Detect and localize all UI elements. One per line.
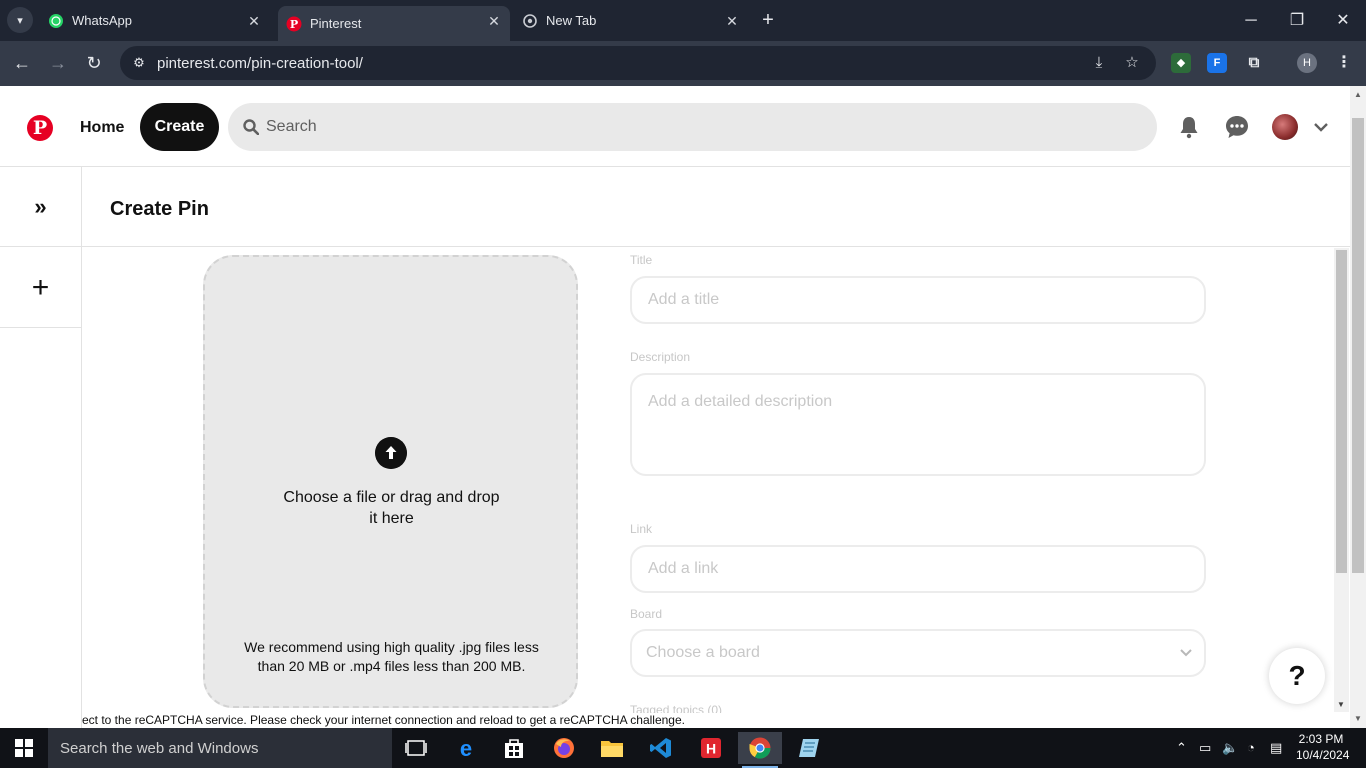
form-scrollbar-thumb[interactable] (1336, 250, 1347, 573)
browser-tab-bar: ▾ WhatsApp ✕ P Pinterest ✕ New Tab ✕ + ─… (0, 0, 1366, 41)
chrome-new-tab-icon (522, 13, 538, 29)
search-icon (243, 119, 259, 135)
board-select[interactable]: Choose a board (630, 629, 1206, 677)
volume-icon[interactable]: 🔈 (1222, 740, 1238, 756)
extension-f-icon[interactable]: F (1207, 53, 1227, 73)
browser-menu-icon[interactable]: ⋮ (1334, 53, 1354, 73)
user-avatar[interactable] (1272, 114, 1298, 140)
wifi-icon[interactable]: ◔ (1247, 740, 1255, 755)
page-scrollbar-thumb[interactable] (1352, 118, 1364, 573)
board-placeholder: Choose a board (646, 644, 760, 661)
search-placeholder: Search (266, 118, 317, 135)
address-bar[interactable]: ⚙ pinterest.com/pin-creation-tool/ ⤓ ☆ (120, 46, 1156, 80)
vscode-icon[interactable] (639, 732, 683, 764)
site-info-icon[interactable]: ⚙ (130, 54, 148, 72)
clock-time: 2:03 PM (1298, 732, 1344, 746)
store-icon[interactable] (492, 732, 536, 764)
taskbar-search-placeholder: Search the web and Windows (60, 740, 259, 757)
close-tab-icon[interactable]: ✕ (246, 13, 262, 29)
close-tab-icon[interactable]: ✕ (486, 13, 502, 29)
help-button[interactable]: ? (1269, 648, 1325, 704)
whatsapp-icon (48, 13, 64, 29)
svg-text:e: e (460, 736, 472, 760)
close-tab-icon[interactable]: ✕ (724, 13, 740, 29)
bookmark-star-icon[interactable]: ☆ (1122, 53, 1142, 73)
link-input[interactable] (630, 545, 1206, 593)
windows-taskbar: Search the web and Windows e H ⌃ ▭ 🔈 ◔ ▤… (0, 728, 1366, 768)
notifications-bell-icon[interactable] (1176, 114, 1202, 140)
nav-create-button[interactable]: Create (140, 103, 219, 151)
svg-text:H: H (706, 741, 716, 757)
tab-label: New Tab (546, 13, 597, 28)
link-label: Link (630, 522, 653, 536)
action-center-icon[interactable]: ▤ (1270, 740, 1282, 756)
browser-toolbar: ← → ↻ ⚙ pinterest.com/pin-creation-tool/… (0, 41, 1366, 86)
app-h-icon[interactable]: H (689, 732, 733, 764)
file-dropzone[interactable]: Choose a file or drag and drop it here W… (203, 255, 578, 708)
extensions-puzzle-icon[interactable]: ⧉ (1244, 53, 1264, 73)
notes-app-icon[interactable] (787, 732, 831, 764)
tab-label: WhatsApp (72, 13, 132, 28)
extension-icon[interactable]: ◆ (1171, 53, 1191, 73)
scroll-up-icon[interactable]: ▲ (1354, 90, 1362, 99)
page-scrollbar[interactable]: ▲ ▼ (1350, 86, 1366, 728)
install-app-icon[interactable]: ⤓ (1089, 53, 1109, 73)
tab-pinterest[interactable]: P Pinterest ✕ (278, 6, 510, 41)
chevron-down-icon[interactable] (1311, 119, 1331, 135)
tab-search-dropdown-icon[interactable]: ▾ (7, 7, 33, 33)
tab-label: Pinterest (310, 16, 362, 31)
task-view-icon[interactable] (394, 732, 438, 764)
clock-date: 10/4/2024 (1296, 748, 1350, 762)
title-label: Title (630, 253, 653, 267)
title-input[interactable] (630, 276, 1206, 324)
taskbar-clock[interactable]: 2:03 PM 10/4/2024 (1296, 731, 1350, 763)
search-bar[interactable]: Search (228, 103, 1157, 151)
nav-home-link[interactable]: Home (80, 119, 124, 137)
chrome-icon[interactable] (738, 732, 782, 768)
messages-icon[interactable] (1224, 114, 1250, 140)
reload-icon[interactable]: ↻ (83, 52, 105, 74)
profile-avatar[interactable]: H (1297, 53, 1317, 73)
board-label: Board (630, 607, 663, 621)
url-text[interactable]: pinterest.com/pin-creation-tool/ (157, 55, 363, 72)
add-pin-icon[interactable]: + (0, 248, 81, 328)
show-hidden-icons[interactable]: ⌃ (1176, 740, 1187, 756)
recaptcha-error-message: ect to the reCAPTCHA service. Please che… (82, 713, 1350, 728)
page-header: Create Pin (82, 167, 1350, 247)
tab-new-tab[interactable]: New Tab ✕ (514, 0, 748, 41)
windows-start-icon[interactable] (0, 728, 48, 768)
new-tab-button[interactable]: + (757, 9, 779, 31)
minimize-icon[interactable]: ─ (1240, 10, 1262, 32)
taskbar-search-box[interactable]: Search the web and Windows (48, 728, 392, 768)
page-title: Create Pin (110, 198, 209, 220)
upload-arrow-icon (375, 437, 407, 469)
back-icon[interactable]: ← (11, 52, 33, 74)
dropzone-recommendation: We recommend using high quality .jpg fil… (244, 639, 539, 674)
dropzone-instructions: Choose a file or drag and drop it here (283, 489, 500, 527)
restore-icon[interactable]: ❐ (1286, 10, 1308, 32)
scroll-down-icon[interactable]: ▼ (1337, 700, 1345, 709)
close-window-icon[interactable]: ✕ (1332, 10, 1354, 32)
description-textarea[interactable] (630, 373, 1206, 476)
battery-icon[interactable]: ▭ (1199, 740, 1211, 756)
scroll-down-icon[interactable]: ▼ (1354, 714, 1362, 723)
edge-icon[interactable]: e (444, 732, 488, 764)
firefox-icon[interactable] (542, 732, 586, 764)
pinterest-icon: P (286, 16, 302, 32)
pinterest-logo-icon[interactable]: P (27, 115, 53, 141)
tab-whatsapp[interactable]: WhatsApp ✕ (40, 0, 270, 41)
file-explorer-icon[interactable] (590, 732, 634, 764)
pinterest-header: P Home Create Search (0, 86, 1350, 167)
forward-icon[interactable]: → (47, 52, 69, 74)
svg-text:P: P (290, 18, 298, 31)
description-label: Description (630, 350, 691, 364)
form-scrollbar[interactable]: ▼ (1334, 248, 1349, 712)
left-rail: » + (0, 167, 82, 728)
expand-drafts-icon[interactable]: » (0, 167, 81, 247)
chevron-down-icon (1180, 649, 1192, 657)
